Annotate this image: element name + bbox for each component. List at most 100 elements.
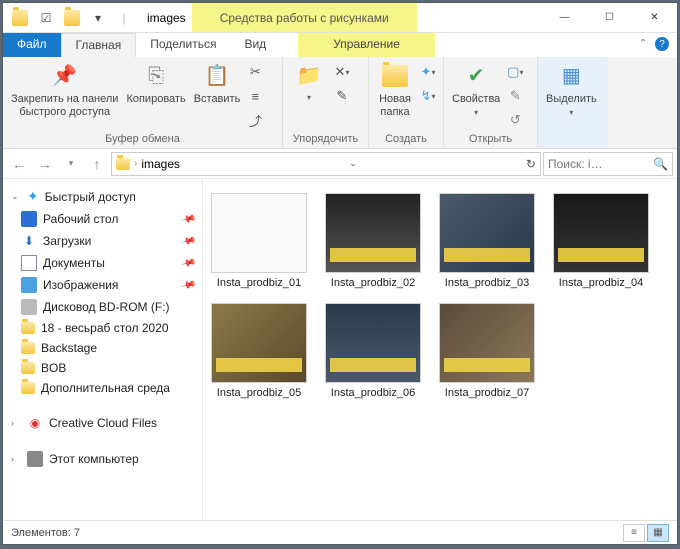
sidebar-item-desktop[interactable]: Рабочий стол📌 [3, 208, 202, 230]
qat-sep: | [113, 7, 135, 29]
history-dropdown[interactable]: ▾ [59, 152, 83, 176]
ribbon-group-clipboard: 📌 Закрепить на панели быстрого доступа ⎘… [3, 57, 283, 148]
sidebar-item-bdrom[interactable]: Дисковод BD-ROM (F:) [3, 296, 202, 318]
caret-down-icon[interactable]: ⌄ [11, 191, 21, 202]
details-view-button[interactable]: ≡ [623, 524, 645, 542]
window-title: images [141, 3, 192, 32]
up-button[interactable]: ↑ [85, 152, 109, 176]
ribbon-group-new: Новая папка ✦▾ ↯▾ Создать [369, 57, 444, 148]
search-icon[interactable]: 🔍 [653, 157, 668, 171]
folder-icon [21, 382, 35, 394]
breadcrumb[interactable]: images [141, 157, 180, 171]
quick-access-toolbar: ☑ ▾ | [3, 3, 141, 32]
tab-file[interactable]: Файл [3, 33, 61, 57]
ribbon-group-organize: 📁 ▾ ✕▾ ✎ Упорядочить [283, 57, 369, 148]
creative-cloud-icon: ◉ [27, 415, 43, 431]
open-icon[interactable]: ▢▾ [504, 61, 526, 83]
new-item-icon[interactable]: ✦▾ [417, 61, 439, 83]
tab-share[interactable]: Поделиться [136, 33, 230, 57]
chevron-down-icon: ▾ [474, 108, 478, 117]
tab-manage[interactable]: Управление [298, 33, 435, 57]
file-name: Insta_prodbiz_06 [331, 387, 415, 399]
select-icon: ▦ [556, 61, 586, 91]
download-icon: ⬇ [21, 233, 37, 249]
sidebar-item-folder[interactable]: 18 - весьраб стол 2020 [3, 318, 202, 338]
paste-button[interactable]: 📋 Вставить [190, 59, 245, 108]
address-bar[interactable]: › images ⌄ ↻ [111, 152, 541, 176]
tab-home[interactable]: Главная [61, 33, 137, 57]
pin-icon: 📌 [180, 211, 196, 227]
file-item[interactable]: Insta_prodbiz_05 [209, 303, 309, 399]
move-to-button[interactable]: 📁 ▾ [287, 59, 331, 104]
pin-to-quick-access-button[interactable]: 📌 Закрепить на панели быстрого доступа [7, 59, 122, 120]
file-grid[interactable]: Insta_prodbiz_01 Insta_prodbiz_02 Insta_… [203, 179, 677, 520]
thumbnails-view-button[interactable]: ▦ [647, 524, 669, 542]
status-bar: Элементов: 7 ≡ ▦ [3, 520, 677, 544]
search-input[interactable] [548, 157, 649, 171]
file-item[interactable]: Insta_prodbiz_01 [209, 193, 309, 289]
file-item[interactable]: Insta_prodbiz_02 [323, 193, 423, 289]
caret-right-icon[interactable]: › [11, 418, 21, 428]
minimize-button[interactable]: — [542, 3, 587, 32]
new-folder-icon [380, 61, 410, 91]
qat-dropdown-icon[interactable]: ▾ [87, 7, 109, 29]
desktop-icon [21, 211, 37, 227]
properties-button[interactable]: ✔ Свойства ▾ [448, 59, 504, 119]
properties-icon: ✔ [461, 61, 491, 91]
qat-folder-icon[interactable] [61, 7, 83, 29]
file-item[interactable]: Insta_prodbiz_07 [437, 303, 537, 399]
help-icon[interactable]: ? [655, 37, 669, 51]
sidebar-item-documents[interactable]: Документы📌 [3, 252, 202, 274]
thumbnail [325, 303, 421, 383]
star-icon: ✦ [27, 188, 39, 205]
title-text: images [147, 11, 186, 25]
sidebar-creative-cloud[interactable]: ›◉Creative Cloud Files [3, 412, 202, 434]
file-name: Insta_prodbiz_05 [217, 387, 301, 399]
qat-properties-icon[interactable]: ☑ [35, 7, 57, 29]
folder-icon [9, 7, 31, 29]
file-item[interactable]: Insta_prodbiz_04 [551, 193, 651, 289]
sidebar-quick-access[interactable]: ⌄ ✦ Быстрый доступ [3, 185, 202, 208]
easy-access-icon[interactable]: ↯▾ [417, 85, 439, 107]
sidebar-item-folder[interactable]: Дополнительная среда [3, 378, 202, 398]
delete-icon[interactable]: ✕▾ [331, 61, 353, 83]
refresh-icon[interactable]: ↻ [526, 157, 536, 171]
forward-button[interactable]: → [33, 152, 57, 176]
ribbon-collapse[interactable]: ˆ ? [633, 33, 677, 57]
back-button[interactable]: ← [7, 152, 31, 176]
cut-icon[interactable]: ✂ [244, 61, 266, 83]
new-folder-button[interactable]: Новая папка [373, 59, 417, 120]
file-name: Insta_prodbiz_03 [445, 277, 529, 289]
copy-path-icon[interactable]: ≡ [244, 85, 266, 107]
titlebar: ☑ ▾ | images Средства работы с рисунками… [3, 3, 677, 33]
sidebar-item-folder[interactable]: Backstage [3, 338, 202, 358]
rename-icon[interactable]: ✎ [331, 85, 353, 107]
search-box[interactable]: 🔍 [543, 152, 673, 176]
caret-right-icon[interactable]: › [11, 454, 21, 464]
move-icon: 📁 [294, 61, 324, 91]
window-controls: — ☐ ✕ [542, 3, 677, 32]
sidebar-this-pc[interactable]: ›Этот компьютер [3, 448, 202, 470]
sidebar-item-pictures[interactable]: Изображения📌 [3, 274, 202, 296]
file-item[interactable]: Insta_prodbiz_06 [323, 303, 423, 399]
sidebar-item-downloads[interactable]: ⬇Загрузки📌 [3, 230, 202, 252]
chevron-up-icon[interactable]: ˆ [641, 37, 645, 53]
tab-view[interactable]: Вид [230, 33, 280, 57]
copy-icon: ⎘ [141, 61, 171, 91]
copy-button[interactable]: ⎘ Копировать [122, 59, 189, 108]
maximize-button[interactable]: ☐ [587, 3, 632, 32]
thumbnail [211, 303, 307, 383]
file-name: Insta_prodbiz_01 [217, 277, 301, 289]
sidebar-item-folder[interactable]: BOB [3, 358, 202, 378]
file-item[interactable]: Insta_prodbiz_03 [437, 193, 537, 289]
address-dropdown-icon[interactable]: ⌄ [349, 158, 357, 169]
edit-icon[interactable]: ✎ [504, 85, 526, 107]
paste-shortcut-icon[interactable]: ⤴ [244, 109, 266, 131]
chevron-right-icon[interactable]: › [134, 158, 137, 169]
close-button[interactable]: ✕ [632, 3, 677, 32]
folder-icon [116, 158, 130, 170]
history-icon[interactable]: ↺ [504, 109, 526, 131]
thumbnail [439, 303, 535, 383]
drive-icon [21, 299, 37, 315]
select-button[interactable]: ▦ Выделить ▾ [542, 59, 601, 119]
